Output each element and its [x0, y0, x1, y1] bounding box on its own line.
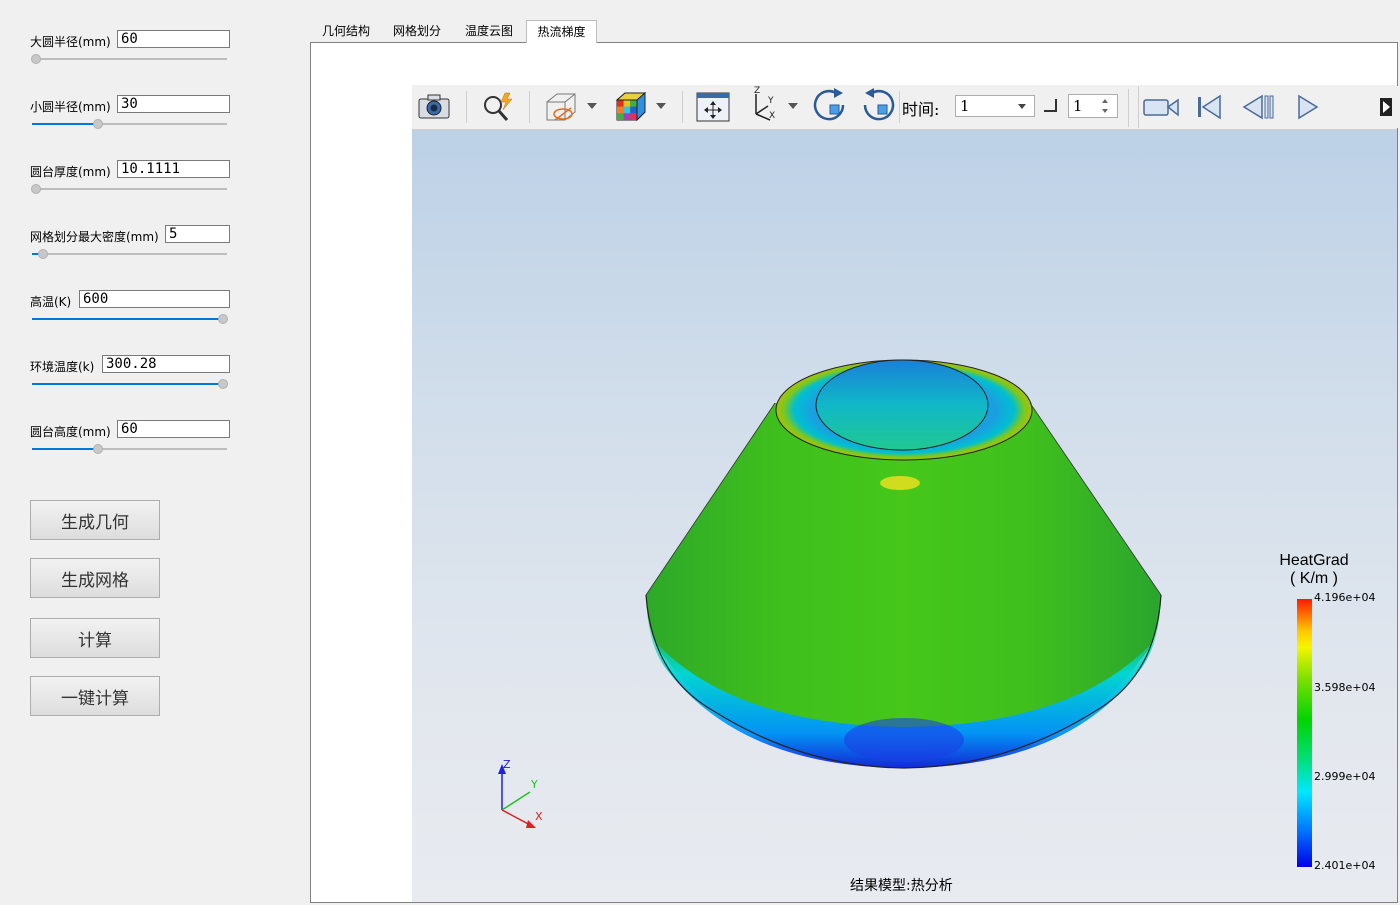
large-radius-input[interactable]: 60 — [117, 30, 230, 48]
color-cube-icon[interactable] — [608, 89, 650, 125]
fit-view-icon[interactable] — [693, 89, 733, 125]
svg-text:Z: Z — [754, 86, 760, 96]
thickness-label: 圆台厚度(mm) — [30, 165, 111, 179]
axis-x-label: X — [535, 810, 543, 823]
axes-dropdown-icon[interactable] — [788, 103, 798, 109]
previous-frame-icon[interactable] — [1240, 89, 1274, 125]
record-icon[interactable] — [1142, 89, 1180, 125]
slider-handle[interactable] — [31, 54, 41, 64]
axes-triad — [498, 764, 536, 828]
legend-max-value: 4.196e+04 — [1314, 591, 1376, 604]
legend-value-3: 2.999e+04 — [1314, 770, 1376, 783]
ambient-temp-input[interactable]: 300.28 — [102, 355, 230, 373]
one-click-compute-button[interactable]: 一键计算 — [30, 676, 160, 716]
zoom-icon[interactable] — [477, 89, 517, 125]
tab-heat-flux-gradient[interactable]: 热流梯度 — [526, 20, 597, 43]
generate-geometry-button[interactable]: 生成几何 — [30, 500, 160, 540]
high-temp-slider[interactable] — [32, 313, 228, 325]
ambient-temp-label: 环境温度(k) — [30, 360, 95, 374]
more-icon[interactable] — [1378, 95, 1394, 119]
legend-min-value: 2.401e+04 — [1314, 859, 1376, 872]
slider-handle[interactable] — [31, 184, 41, 194]
frustum-render — [645, 359, 1162, 769]
step-checkbox[interactable] — [1044, 99, 1057, 112]
frustum-height-label: 圆台高度(mm) — [30, 425, 111, 439]
visibility-dropdown-icon[interactable] — [587, 103, 597, 109]
play-icon[interactable] — [1292, 89, 1322, 125]
spin-up-icon[interactable] — [1102, 99, 1108, 103]
rotate-ccw-icon[interactable] — [858, 87, 898, 123]
high-temp-label: 高温(K) — [30, 295, 72, 309]
small-radius-label: 小圆半径(mm) — [30, 100, 111, 114]
rotate-cw-icon[interactable] — [810, 87, 850, 123]
tab-mesh[interactable]: 网格划分 — [383, 20, 451, 42]
axes-icon[interactable]: ZYX — [744, 86, 784, 122]
slider-handle[interactable] — [38, 249, 49, 259]
color-dropdown-icon[interactable] — [656, 103, 666, 109]
slider-handle[interactable] — [92, 444, 103, 454]
thickness-slider[interactable] — [31, 183, 227, 195]
mesh-density-label: 网格划分最大密度(mm) — [30, 230, 159, 244]
slider-handle[interactable] — [218, 379, 228, 389]
slider-handle[interactable] — [92, 119, 103, 129]
frame-spinbox[interactable]: 1 — [1068, 94, 1118, 118]
legend-title-unit: ( K/m ) — [1290, 570, 1338, 587]
svg-text:X: X — [769, 111, 775, 121]
3d-viewport[interactable]: Z Y X — [412, 85, 1397, 902]
axis-y-label: Y — [531, 778, 538, 791]
frame-spinbox-value: 1 — [1073, 97, 1083, 115]
tab-temperature[interactable]: 温度云图 — [455, 20, 523, 42]
camera-icon[interactable] — [415, 89, 453, 125]
frustum-height-input[interactable]: 60 — [117, 420, 230, 438]
chevron-down-icon — [1018, 104, 1026, 109]
generate-mesh-button[interactable]: 生成网格 — [30, 558, 160, 598]
time-label: 时间: — [902, 100, 940, 119]
time-select[interactable]: 1 — [955, 95, 1035, 117]
first-frame-icon[interactable] — [1193, 89, 1225, 125]
tab-geometry[interactable]: 几何结构 — [312, 20, 380, 42]
large-radius-slider[interactable] — [31, 53, 227, 65]
legend-title: HeatGrad ( K/m ) — [1262, 552, 1366, 588]
result-model-caption: 结果模型:热分析 — [850, 878, 953, 894]
color-scale-bar — [1297, 599, 1312, 867]
mesh-density-slider[interactable] — [32, 248, 227, 260]
legend-value-2: 3.598e+04 — [1314, 681, 1376, 694]
small-radius-input[interactable]: 30 — [117, 95, 230, 113]
thickness-input[interactable]: 10.1111 — [117, 160, 230, 178]
spin-down-icon[interactable] — [1102, 109, 1108, 113]
compute-button[interactable]: 计算 — [30, 618, 160, 658]
small-radius-slider[interactable] — [32, 118, 227, 130]
ambient-temp-slider[interactable] — [32, 378, 228, 390]
visibility-icon[interactable] — [540, 89, 582, 125]
mesh-density-input[interactable]: 5 — [165, 225, 230, 243]
large-radius-label: 大圆半径(mm) — [30, 35, 111, 49]
parameter-panel: 大圆半径(mm) 60 小圆半径(mm) 30 圆台厚度(mm) 10.1111… — [0, 0, 300, 905]
svg-text:Y: Y — [767, 96, 774, 106]
frustum-height-slider[interactable] — [32, 443, 227, 455]
axis-z-label: Z — [503, 758, 511, 771]
legend-title-quantity: HeatGrad — [1279, 552, 1349, 569]
time-select-value: 1 — [960, 97, 970, 115]
slider-handle[interactable] — [218, 314, 228, 324]
high-temp-input[interactable]: 600 — [79, 290, 230, 308]
